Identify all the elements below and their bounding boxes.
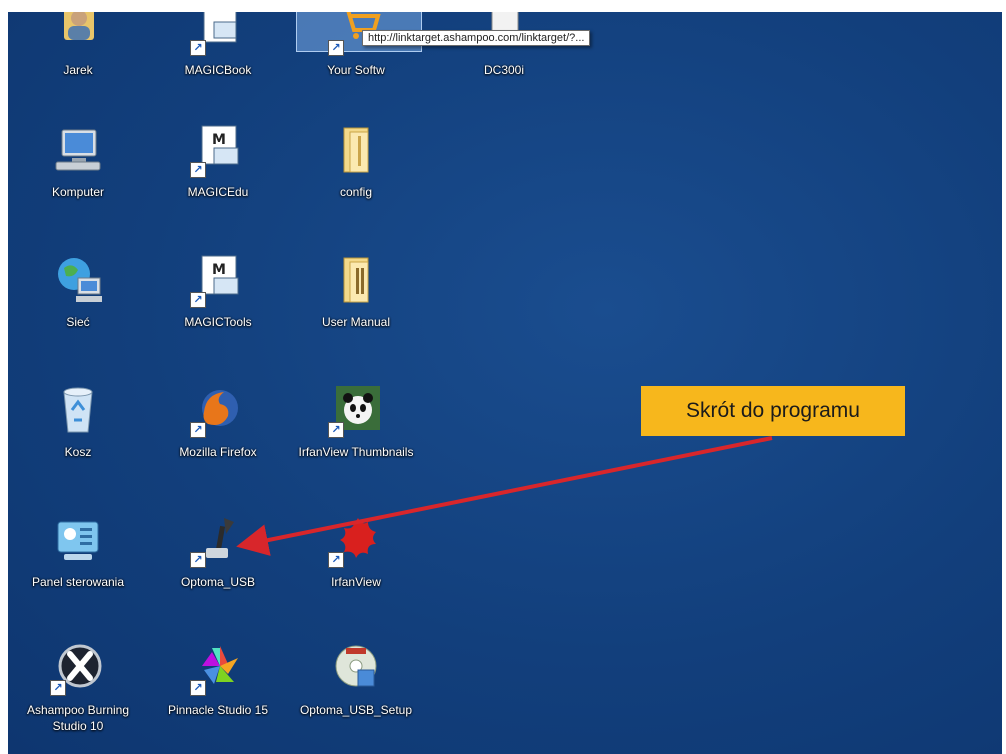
optoma-usb-icon: ↗	[190, 512, 246, 568]
panda-icon: ↗	[328, 382, 384, 438]
shortcut-arrow-icon: ↗	[328, 552, 344, 568]
desktop: Jarek Komputer Sieć Kosz Panel sterowani…	[8, 12, 1002, 754]
icon-label: Ashampoo Burning Studio 10	[26, 703, 130, 733]
magic-window-icon: M ↗	[190, 122, 246, 178]
icon-label: Komputer	[51, 185, 105, 199]
icon-label: Optoma_USB_Setup	[299, 703, 413, 717]
user-folder-icon	[50, 12, 106, 56]
setup-disc-icon	[328, 640, 384, 696]
desktop-icon-irfanview[interactable]: ↗ IrfanView	[292, 512, 420, 590]
shortcut-arrow-icon: ↗	[190, 40, 206, 56]
desktop-icon-user-folder[interactable]: Jarek	[14, 12, 142, 78]
svg-text:M: M	[212, 132, 226, 148]
shortcut-arrow-icon: ↗	[190, 680, 206, 696]
desktop-icon-user-manual[interactable]: User Manual	[292, 252, 420, 330]
desktop-icon-config[interactable]: config	[292, 122, 420, 200]
icon-label: IrfanView Thumbnails	[298, 445, 414, 459]
desktop-icon-siec[interactable]: Sieć	[14, 252, 142, 330]
magic-window-icon: ↗	[190, 12, 246, 56]
icon-label: User Manual	[321, 315, 391, 329]
svg-text:M: M	[212, 262, 226, 278]
desktop-icon-optoma-usb[interactable]: ↗ Optoma_USB	[154, 512, 282, 590]
magic-window-icon: M ↗	[190, 252, 246, 308]
icon-label: MAGICBook	[184, 63, 252, 77]
icon-label: Mozilla Firefox	[179, 445, 257, 459]
icon-label: Pinnacle Studio 15	[167, 703, 269, 717]
link-tooltip: http://linktarget.ashampoo.com/linktarge…	[362, 30, 591, 46]
desktop-icon-magicbook[interactable]: ↗ MAGICBook	[154, 12, 282, 78]
ashampoo-burning-icon: ↗	[50, 640, 106, 696]
folder-icon	[328, 122, 384, 178]
desktop-icon-pinnacle[interactable]: ↗ Pinnacle Studio 15	[154, 640, 282, 718]
shortcut-arrow-icon: ↗	[328, 40, 344, 56]
firefox-icon: ↗	[190, 382, 246, 438]
desktop-icon-ashampoo-burning[interactable]: ↗ Ashampoo Burning Studio 10	[14, 640, 142, 734]
shortcut-arrow-icon: ↗	[190, 422, 206, 438]
shortcut-arrow-icon: ↗	[190, 162, 206, 178]
icon-label: MAGICEdu	[187, 185, 249, 199]
computer-icon	[50, 122, 106, 178]
shortcut-arrow-icon: ↗	[328, 422, 344, 438]
irfanview-splash-icon: ↗	[328, 512, 384, 568]
recycle-bin-icon	[50, 382, 106, 438]
shortcut-arrow-icon: ↗	[190, 552, 206, 568]
desktop-icon-komputer[interactable]: Komputer	[14, 122, 142, 200]
icon-label: Your Softw	[327, 63, 385, 77]
network-globe-icon	[50, 252, 106, 308]
desktop-icon-firefox[interactable]: ↗ Mozilla Firefox	[154, 382, 282, 460]
shortcut-arrow-icon: ↗	[190, 292, 206, 308]
control-panel-icon	[50, 512, 106, 568]
desktop-icon-magicedu[interactable]: M ↗ MAGICEdu	[154, 122, 282, 200]
icon-label: Panel sterowania	[31, 575, 125, 589]
annotation-callout: Skrót do programu	[641, 386, 905, 436]
desktop-icon-optoma-usb-setup[interactable]: Optoma_USB_Setup	[292, 640, 420, 718]
pinnacle-studio-icon: ↗	[190, 640, 246, 696]
desktop-icon-panel-sterowania[interactable]: Panel sterowania	[14, 512, 142, 590]
icon-label: IrfanView	[331, 575, 381, 589]
icon-label: Optoma_USB	[180, 575, 256, 589]
icon-label: MAGICTools	[184, 315, 252, 329]
desktop-icon-irfanview-thumbnails[interactable]: ↗ IrfanView Thumbnails	[292, 382, 420, 460]
icon-label: Kosz	[64, 445, 92, 459]
icon-label: Sieć	[66, 315, 90, 329]
desktop-icon-magictools[interactable]: M ↗ MAGICTools	[154, 252, 282, 330]
folder-icon	[328, 252, 384, 308]
icon-label: config	[339, 185, 373, 199]
icon-label: Jarek	[63, 63, 93, 77]
icon-label: DC300i	[483, 63, 525, 77]
shortcut-arrow-icon: ↗	[50, 680, 66, 696]
desktop-icon-kosz[interactable]: Kosz	[14, 382, 142, 460]
